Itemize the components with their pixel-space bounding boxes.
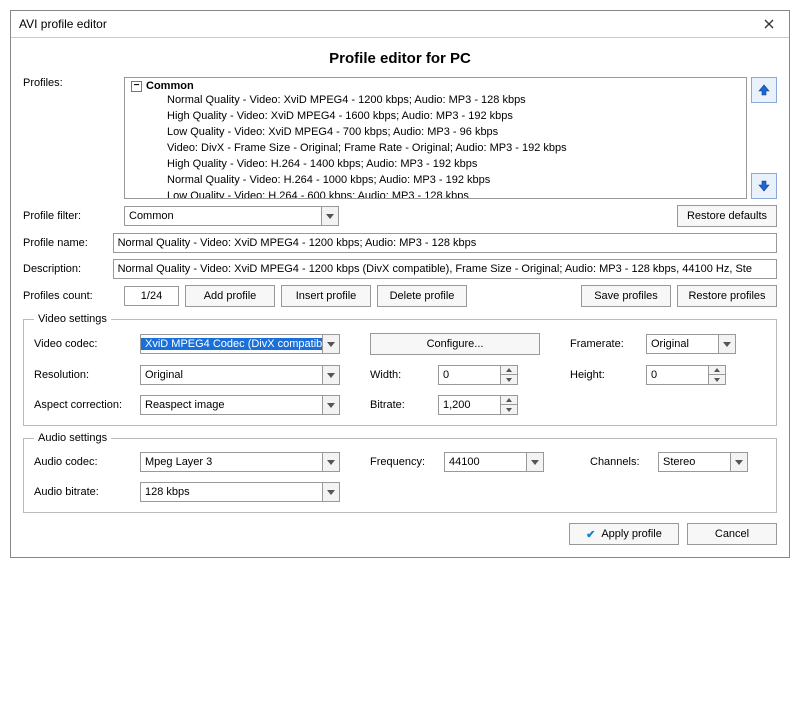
profiles-count-label: Profiles count: [23,290,118,302]
list-item[interactable]: High Quality - Video: XviD MPEG4 - 1600 … [131,108,744,124]
list-item[interactable]: Low Quality - Video: XviD MPEG4 - 700 kb… [131,124,744,140]
audio-codec-value: Mpeg Layer 3 [141,456,322,468]
apply-profile-button[interactable]: ✔ Apply profile [569,523,679,545]
list-item[interactable]: High Quality - Video: H.264 - 1400 kbps;… [131,156,744,172]
audio-settings-legend: Audio settings [34,432,111,444]
height-label: Height: [570,369,640,381]
chevron-down-icon[interactable] [321,207,338,225]
spin-down[interactable] [709,375,725,384]
resolution-value: Original [141,369,322,381]
arrow-down-icon [757,179,771,193]
chevron-down-icon[interactable] [730,453,747,471]
window-title: AVI profile editor [19,17,107,31]
frequency-select[interactable]: 44100 [444,452,544,472]
aspect-correction-label: Aspect correction: [34,399,134,411]
aspect-correction-value: Reaspect image [141,399,322,411]
list-item[interactable]: Normal Quality - Video: H.264 - 1000 kbp… [131,172,744,188]
configure-button[interactable]: Configure... [370,333,540,355]
profiles-count-value [124,286,179,306]
arrow-up-icon [757,83,771,97]
profile-filter-label: Profile filter: [23,210,118,222]
profiles-label: Profiles: [23,77,118,89]
video-codec-value: XviD MPEG4 Codec (DivX compatible [141,338,322,350]
framerate-value: Original [647,338,718,350]
chevron-down-icon[interactable] [322,483,339,501]
tree-root-label: Common [146,80,194,92]
move-down-button[interactable] [751,173,777,199]
list-item[interactable]: Normal Quality - Video: XviD MPEG4 - 120… [131,92,744,108]
move-up-button[interactable] [751,77,777,103]
restore-defaults-button[interactable]: Restore defaults [677,205,777,227]
apply-profile-label: Apply profile [601,528,662,540]
audio-settings-group: Audio settings Audio codec: Mpeg Layer 3… [23,432,777,513]
insert-profile-button[interactable]: Insert profile [281,285,371,307]
profile-filter-value: Common [125,210,321,222]
add-profile-button[interactable]: Add profile [185,285,275,307]
frequency-value: 44100 [445,456,526,468]
resolution-select[interactable]: Original [140,365,340,385]
list-item[interactable]: Low Quality - Video: H.264 - 600 kbps; A… [131,188,744,199]
profile-filter-select[interactable]: Common [124,206,339,226]
width-input[interactable] [438,365,500,385]
dialog-window: AVI profile editor Profile editor for PC… [10,10,790,558]
frequency-label: Frequency: [370,456,438,468]
close-button[interactable] [757,15,781,33]
framerate-select[interactable]: Original [646,334,736,354]
resolution-label: Resolution: [34,369,134,381]
framerate-label: Framerate: [570,338,640,350]
audio-bitrate-select[interactable]: 128 kbps [140,482,340,502]
profiles-tree[interactable]: − Common Normal Quality - Video: XviD MP… [124,77,747,199]
channels-label: Channels: [590,456,652,468]
video-codec-select[interactable]: XviD MPEG4 Codec (DivX compatible [140,334,340,354]
height-stepper[interactable] [646,365,726,385]
video-settings-group: Video settings Video codec: XviD MPEG4 C… [23,313,777,426]
chevron-down-icon[interactable] [322,366,339,384]
chevron-down-icon[interactable] [322,335,339,353]
audio-codec-label: Audio codec: [34,456,134,468]
dialog-content: Profile editor for PC Profiles: − Common… [11,38,789,557]
tree-root[interactable]: − Common [131,80,744,92]
audio-bitrate-label: Audio bitrate: [34,486,134,498]
channels-value: Stereo [659,456,730,468]
list-item[interactable]: Video: DivX - Frame Size - Original; Fra… [131,140,744,156]
close-icon [764,19,774,29]
video-settings-legend: Video settings [34,313,111,325]
bitrate-stepper[interactable] [438,395,518,415]
bitrate-input[interactable] [438,395,500,415]
height-input[interactable] [646,365,708,385]
video-codec-label: Video codec: [34,338,134,350]
spin-up[interactable] [709,366,725,375]
spin-up[interactable] [501,396,517,405]
spin-up[interactable] [501,366,517,375]
check-icon: ✔ [586,528,595,541]
chevron-down-icon[interactable] [718,335,735,353]
page-title: Profile editor for PC [23,50,777,67]
cancel-button[interactable]: Cancel [687,523,777,545]
description-label: Description: [23,263,107,275]
channels-select[interactable]: Stereo [658,452,748,472]
save-profiles-button[interactable]: Save profiles [581,285,671,307]
profile-name-input[interactable] [113,233,777,253]
spin-down[interactable] [501,375,517,384]
restore-profiles-button[interactable]: Restore profiles [677,285,777,307]
chevron-down-icon[interactable] [322,396,339,414]
collapse-icon[interactable]: − [131,81,142,92]
profile-name-label: Profile name: [23,237,107,249]
width-label: Width: [370,369,432,381]
width-stepper[interactable] [438,365,518,385]
delete-profile-button[interactable]: Delete profile [377,285,467,307]
spin-down[interactable] [501,405,517,414]
audio-bitrate-value: 128 kbps [141,486,322,498]
titlebar: AVI profile editor [11,11,789,38]
description-input[interactable] [113,259,777,279]
chevron-down-icon[interactable] [526,453,543,471]
bitrate-label: Bitrate: [370,399,432,411]
chevron-down-icon[interactable] [322,453,339,471]
aspect-correction-select[interactable]: Reaspect image [140,395,340,415]
audio-codec-select[interactable]: Mpeg Layer 3 [140,452,340,472]
